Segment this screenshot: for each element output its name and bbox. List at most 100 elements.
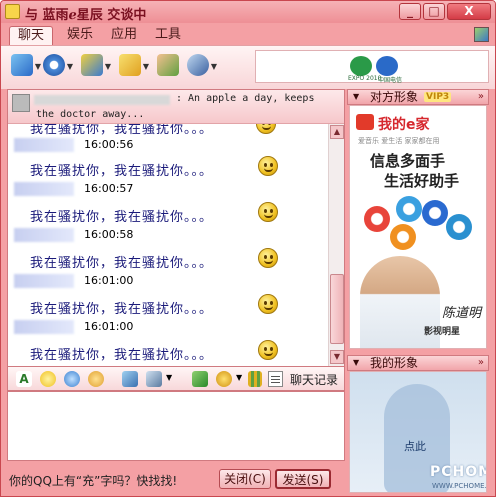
service-bubble-icon — [446, 214, 472, 240]
service-bubble-icon — [396, 196, 422, 222]
list-item: 我在骚扰你，我在骚扰你。。。 16:00:57 — [8, 134, 328, 196]
my-image-click-label[interactable]: 点此 — [404, 438, 426, 454]
contact-info-bar: : An apple a day, keeps the doctor away.… — [8, 90, 344, 124]
my-avatar-show[interactable]: 点此 PCHOME WWW.PCHOME.NET — [349, 371, 487, 493]
collapse-icon[interactable]: ▼ — [353, 356, 359, 370]
message-history[interactable]: : An apple a day, keeps the doctor away.… — [7, 89, 345, 367]
contact-nickname-blurred — [34, 95, 170, 105]
screenshot-icon[interactable] — [146, 371, 162, 387]
message-text: 我在骚扰你，我在骚扰你。。。 — [30, 256, 214, 271]
whiteboard-button[interactable]: ▼ — [79, 52, 111, 80]
qq-chat-window: 与 蓝雨ℯ星辰 交谈中 _ □ X 聊天 娱乐 应用 工具 ▼ ▼ ▼ ▼ ▼ … — [0, 0, 496, 497]
ad-signature: 陈道明 — [442, 306, 482, 321]
list-item: 我在骚扰你，我在骚扰你。。。 16:01:00 — [8, 226, 328, 288]
close-button[interactable]: 关闭(C) — [219, 469, 271, 489]
font-icon[interactable]: A — [16, 371, 32, 387]
chevron-down-icon[interactable]: ▼ — [166, 373, 172, 382]
invite-button[interactable] — [155, 52, 187, 80]
message-list: 我在骚扰你，我在骚扰你。。。 16:00:56 我在骚扰你，我在骚扰你。。。 1… — [8, 124, 328, 366]
e-home-logo-icon — [356, 114, 374, 130]
service-bubble-icon — [422, 200, 448, 226]
music-icon[interactable] — [192, 371, 208, 387]
chat-history-icon[interactable] — [268, 371, 283, 387]
ad-star-label: 影视明星 — [424, 327, 461, 337]
smiley-icon — [258, 248, 278, 268]
contact-signature-line1: : An apple a day, keeps — [176, 93, 315, 104]
title-bar[interactable]: 与 蓝雨ℯ星辰 交谈中 _ □ X — [1, 1, 495, 23]
gift-icon[interactable] — [216, 371, 232, 387]
chevron-down-icon[interactable]: ▼ — [143, 62, 149, 71]
watermark-url: WWW.PCHOME.NET — [432, 482, 487, 490]
expo-logo-icon — [350, 56, 372, 76]
list-item: 我在骚扰你，我在骚扰你。。。 16:01:00 — [8, 272, 328, 334]
nudge-icon[interactable] — [88, 371, 104, 387]
tab-chat[interactable]: 聊天 — [9, 26, 54, 45]
message-text: 我在骚扰你，我在骚扰你。。。 — [30, 348, 214, 363]
chat-history-button[interactable]: 聊天记录 — [290, 371, 338, 388]
add-friend-icon — [157, 54, 179, 76]
my-image-title: 我的形象 — [370, 356, 419, 370]
vip-badge: VIP3 — [424, 92, 452, 102]
chevron-down-icon[interactable]: ▼ — [236, 373, 242, 382]
avatar[interactable] — [12, 94, 30, 112]
tab-apps[interactable]: 应用 — [103, 26, 145, 45]
side-ad[interactable]: 我的e家 爱音乐 爱生活 家家都在用 信息多面手 生活好助手 陈道明 影视明星 — [349, 105, 487, 349]
chevron-down-icon[interactable]: ▼ — [105, 62, 111, 71]
helmet-icon — [187, 54, 209, 76]
send-button[interactable]: 发送(S) — [275, 469, 331, 489]
input-toolbar: A ▼ ▼ 聊天记录 — [7, 367, 345, 391]
file-transfer-icon — [11, 54, 33, 76]
main-toolbar: ▼ ▼ ▼ ▼ ▼ EXPO 2010 中国电信 — [1, 45, 495, 89]
scroll-thumb[interactable] — [330, 274, 344, 344]
ad-caption-telecom: 中国电信 — [378, 77, 403, 84]
minimize-button[interactable]: _ — [399, 3, 421, 20]
message-text: 我在骚扰你，我在骚扰你。。。 — [30, 164, 214, 179]
smiley-icon — [258, 294, 278, 314]
pen-icon — [81, 54, 103, 76]
tab-entertainment[interactable]: 娱乐 — [59, 26, 101, 45]
service-bubble-icon — [390, 224, 416, 250]
smiley-icon — [258, 202, 278, 222]
ad-brand: 我的e家 — [378, 117, 430, 133]
ad-tagline: 爱音乐 爱生活 家家都在用 — [358, 137, 440, 145]
message-text: 我在骚扰你，我在骚扰你。。。 — [30, 210, 214, 225]
scene-icon[interactable] — [248, 371, 262, 387]
more-apps-button[interactable]: ▼ — [185, 52, 217, 80]
top-banner-ad[interactable]: EXPO 2010 中国电信 — [255, 50, 489, 84]
collapse-icon[interactable]: ▼ — [353, 90, 359, 104]
watermark: PCHOME — [430, 464, 486, 480]
skin-icon[interactable] — [474, 27, 489, 42]
close-window-button[interactable]: X — [447, 3, 491, 20]
scroll-down-icon[interactable]: ▼ — [330, 350, 344, 364]
folder-icon — [119, 54, 141, 76]
app-sharing-button[interactable]: ▼ — [117, 52, 149, 80]
tab-tools[interactable]: 工具 — [147, 26, 189, 45]
message-scrollbar[interactable]: ▲ ▼ — [328, 124, 344, 366]
expand-more-icon[interactable]: » — [478, 90, 484, 104]
peer-image-title: 对方形象 — [370, 90, 419, 104]
message-input[interactable] — [7, 391, 345, 461]
maximize-button[interactable]: □ — [423, 3, 445, 20]
ad-headline-1: 信息多面手 — [370, 152, 446, 170]
contact-signature-line2: the doctor away... — [36, 109, 145, 120]
chevron-down-icon[interactable]: ▼ — [67, 62, 73, 71]
message-text: 我在骚扰你，我在骚扰你。。。 — [30, 302, 214, 317]
scroll-up-icon[interactable]: ▲ — [330, 125, 344, 139]
file-transfer-button[interactable]: ▼ — [9, 52, 41, 80]
list-item: 我在骚扰你，我在骚扰你。。。 16:00:58 — [8, 180, 328, 242]
service-bubble-icon — [364, 206, 390, 232]
expand-more-icon[interactable]: » — [478, 356, 484, 370]
smiley-icon — [256, 124, 276, 134]
video-call-button[interactable]: ▼ — [41, 52, 73, 80]
magic-face-icon[interactable] — [64, 371, 80, 387]
qq-app-icon — [5, 4, 20, 19]
promo-text[interactable]: 你的QQ上有“充”字吗？快找找! — [9, 472, 177, 489]
peer-image-header[interactable]: ▼ 对方形象 VIP3 » — [347, 89, 489, 105]
chevron-down-icon[interactable]: ▼ — [211, 62, 217, 71]
main-tabs: 聊天 娱乐 应用 工具 — [1, 23, 495, 45]
telecom-logo-icon — [376, 56, 398, 76]
my-image-header[interactable]: ▼ 我的形象 » — [347, 355, 489, 371]
emoticon-icon[interactable] — [40, 371, 56, 387]
send-image-icon[interactable] — [122, 371, 138, 387]
ad-caption-expo: EXPO 2010 — [348, 75, 382, 82]
